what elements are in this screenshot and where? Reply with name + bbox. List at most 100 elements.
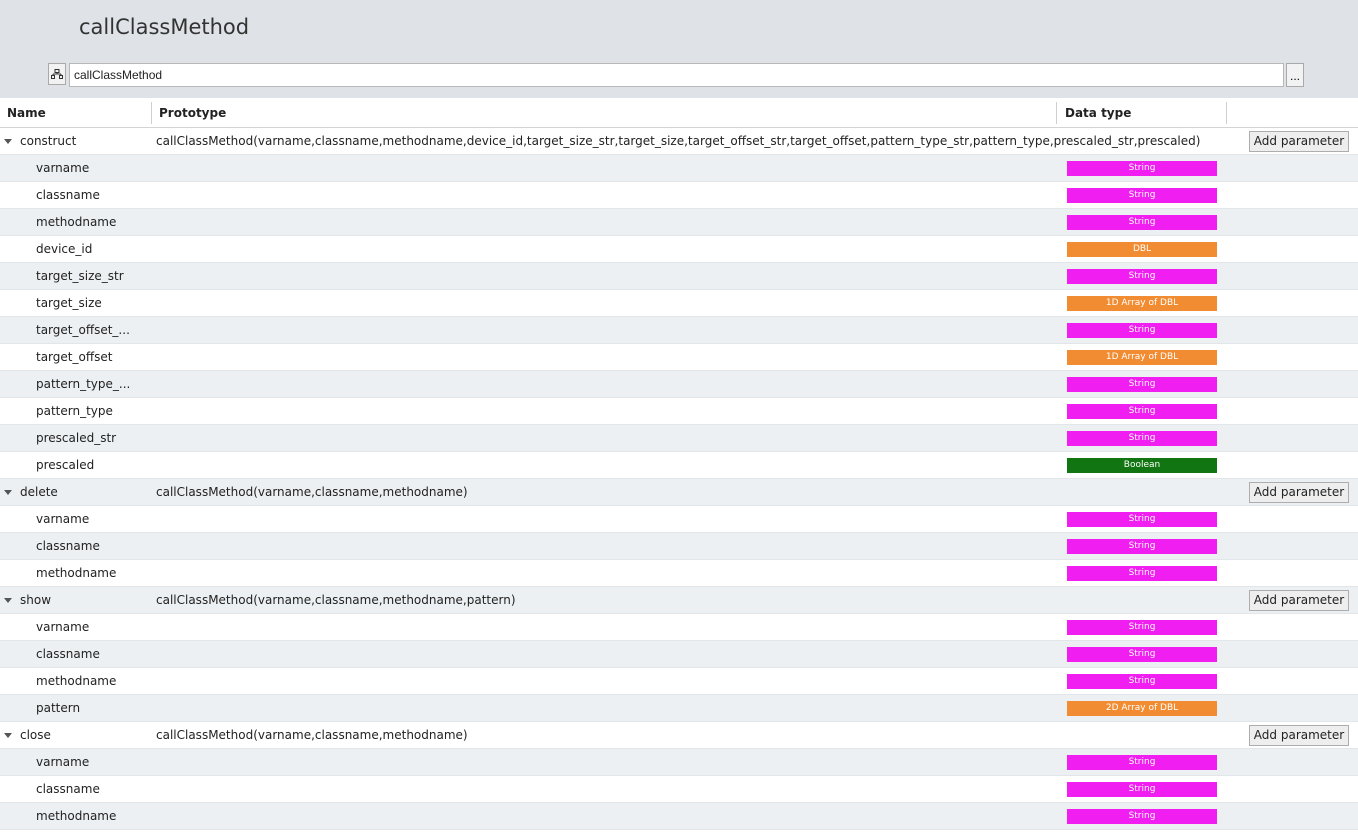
data-type-badge[interactable]: String — [1067, 161, 1217, 176]
data-type-badge[interactable]: String — [1067, 782, 1217, 797]
data-type-badge[interactable]: Boolean — [1067, 458, 1217, 473]
method-row-show[interactable]: show callClassMethod(varname,classname,me… — [0, 587, 1358, 614]
hierarchy-icon-button[interactable] — [48, 63, 66, 85]
parameter-name: methodname — [36, 674, 117, 688]
column-separator[interactable] — [1226, 102, 1227, 124]
parameter-row[interactable]: classname String — [0, 182, 1358, 209]
method-prototype: callClassMethod(varname,classname,method… — [156, 485, 468, 499]
data-type-badge[interactable]: String — [1067, 755, 1217, 770]
data-type-badge[interactable]: String — [1067, 566, 1217, 581]
column-header-prototype[interactable]: Prototype — [159, 98, 226, 127]
parameter-name: varname — [36, 755, 90, 769]
parameter-row[interactable]: varname String — [0, 506, 1358, 533]
add-parameter-button[interactable]: Add parameter — [1249, 590, 1349, 611]
expand-caret-icon[interactable] — [4, 490, 12, 495]
parameter-row[interactable]: methodname String — [0, 209, 1358, 236]
parameter-row[interactable]: varname String — [0, 749, 1358, 776]
parameter-name: methodname — [36, 566, 117, 580]
parameter-name: prescaled — [36, 458, 95, 472]
parameter-name: target_offset — [36, 350, 113, 364]
data-type-badge[interactable]: String — [1067, 647, 1217, 662]
data-type-badge[interactable]: String — [1067, 674, 1217, 689]
parameter-name: methodname — [36, 215, 117, 229]
data-type-badge[interactable]: String — [1067, 512, 1217, 527]
parameter-row[interactable]: prescaled_str String — [0, 425, 1358, 452]
data-type-badge[interactable]: String — [1067, 620, 1217, 635]
method-row-delete[interactable]: delete callClassMethod(varname,classname,… — [0, 479, 1358, 506]
parameter-name: pattern_type_... — [36, 377, 131, 391]
data-type-badge[interactable]: String — [1067, 215, 1217, 230]
parameter-name: classname — [36, 539, 100, 553]
data-type-badge[interactable]: String — [1067, 269, 1217, 284]
parameter-name: classname — [36, 188, 100, 202]
column-separator[interactable] — [151, 102, 152, 124]
parameter-row[interactable]: methodname String — [0, 803, 1358, 830]
hierarchy-icon — [51, 69, 63, 79]
data-type-badge[interactable]: String — [1067, 539, 1217, 554]
parameter-row[interactable]: pattern 2D Array of DBL — [0, 695, 1358, 722]
method-tree: construct callClassMethod(varname,classna… — [0, 128, 1358, 830]
parameter-name: device_id — [36, 242, 93, 256]
column-header-name[interactable]: Name — [7, 98, 46, 127]
parameter-row[interactable]: target_offset 1D Array of DBL — [0, 344, 1358, 371]
data-type-badge[interactable]: String — [1067, 188, 1217, 203]
data-type-badge[interactable]: 1D Array of DBL — [1067, 296, 1217, 311]
parameter-row[interactable]: varname String — [0, 155, 1358, 182]
add-parameter-button[interactable]: Add parameter — [1249, 725, 1349, 746]
parameter-name: methodname — [36, 809, 117, 823]
parameter-row[interactable]: varname String — [0, 614, 1358, 641]
expand-caret-icon[interactable] — [4, 598, 12, 603]
parameter-row[interactable]: classname String — [0, 776, 1358, 803]
parameter-row[interactable]: target_size_str String — [0, 263, 1358, 290]
method-name: construct — [20, 134, 77, 148]
parameter-row[interactable]: classname String — [0, 533, 1358, 560]
parameter-name: varname — [36, 512, 90, 526]
method-row-close[interactable]: close callClassMethod(varname,classname,m… — [0, 722, 1358, 749]
parameter-name: classname — [36, 782, 100, 796]
parameter-name: pattern_type — [36, 404, 113, 418]
method-prototype: callClassMethod(varname,classname,method… — [156, 134, 1201, 148]
data-type-badge[interactable]: String — [1067, 323, 1217, 338]
method-path-input[interactable] — [69, 63, 1284, 87]
data-type-badge[interactable]: String — [1067, 431, 1217, 446]
parameter-name: target_size_str — [36, 269, 124, 283]
parameter-name: varname — [36, 620, 90, 634]
data-type-badge[interactable]: 1D Array of DBL — [1067, 350, 1217, 365]
method-name: delete — [20, 485, 58, 499]
parameter-name: classname — [36, 647, 100, 661]
add-parameter-button[interactable]: Add parameter — [1249, 482, 1349, 503]
parameter-name: target_size — [36, 296, 102, 310]
parameter-row[interactable]: methodname String — [0, 560, 1358, 587]
parameter-name: pattern — [36, 701, 81, 715]
expand-caret-icon[interactable] — [4, 733, 12, 738]
parameter-row[interactable]: pattern_type_... String — [0, 371, 1358, 398]
header-bar: callClassMethod ... — [0, 0, 1358, 98]
parameter-name: target_offset_... — [36, 323, 130, 337]
parameter-row[interactable]: target_size 1D Array of DBL — [0, 290, 1358, 317]
data-type-badge[interactable]: 2D Array of DBL — [1067, 701, 1217, 716]
data-type-badge[interactable]: String — [1067, 404, 1217, 419]
method-name: close — [20, 728, 51, 742]
page-title: callClassMethod — [79, 15, 250, 39]
parameter-row[interactable]: classname String — [0, 641, 1358, 668]
method-prototype: callClassMethod(varname,classname,method… — [156, 593, 516, 607]
data-type-badge[interactable]: String — [1067, 809, 1217, 824]
parameter-row[interactable]: prescaled Boolean — [0, 452, 1358, 479]
method-row-construct[interactable]: construct callClassMethod(varname,classna… — [0, 128, 1358, 155]
data-type-badge[interactable]: String — [1067, 377, 1217, 392]
table-header: Name Prototype Data type — [0, 98, 1358, 128]
data-type-badge[interactable]: DBL — [1067, 242, 1217, 257]
parameter-row[interactable]: methodname String — [0, 668, 1358, 695]
parameter-row[interactable]: pattern_type String — [0, 398, 1358, 425]
column-separator[interactable] — [1056, 102, 1057, 124]
expand-caret-icon[interactable] — [4, 139, 12, 144]
add-parameter-button[interactable]: Add parameter — [1249, 131, 1349, 152]
parameter-name: varname — [36, 161, 90, 175]
column-header-data-type[interactable]: Data type — [1065, 98, 1131, 127]
method-name: show — [20, 593, 52, 607]
method-prototype: callClassMethod(varname,classname,method… — [156, 728, 468, 742]
browse-button[interactable]: ... — [1286, 63, 1304, 87]
parameter-name: prescaled_str — [36, 431, 117, 445]
parameter-row[interactable]: target_offset_... String — [0, 317, 1358, 344]
parameter-row[interactable]: device_id DBL — [0, 236, 1358, 263]
